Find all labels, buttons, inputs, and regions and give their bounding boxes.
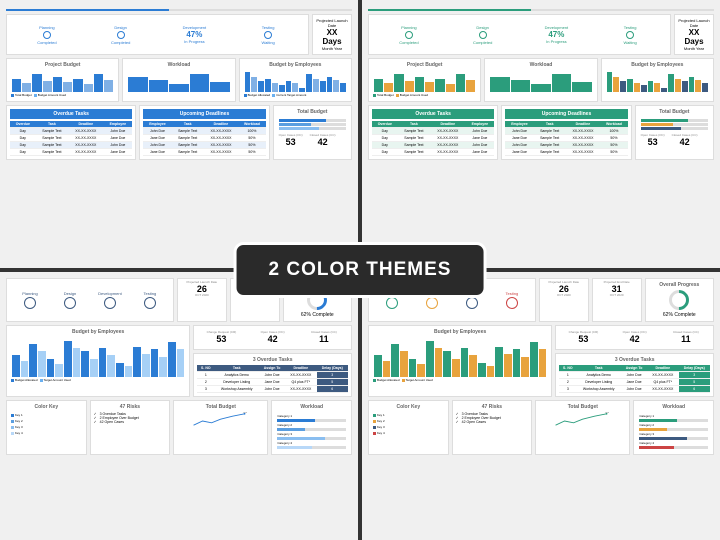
progress-bar bbox=[6, 9, 352, 11]
plan-icon bbox=[386, 297, 398, 309]
stat-cards: Change Request (CR)53 Open Cases (OC)42 … bbox=[193, 325, 352, 350]
step-planning: PlanningCompleted bbox=[11, 25, 83, 45]
closed-cases: Closed Cases (CC)42 bbox=[308, 132, 338, 149]
workload-hbar: Workload Category 1Category 2Category 3C… bbox=[633, 400, 714, 455]
workload-hbar: Workload Category 1Category 2Category 3C… bbox=[271, 400, 352, 455]
workload-chart: Workload bbox=[122, 58, 235, 102]
quadrant-bottom-right-green-theme: Planning Design Development Testing Proj… bbox=[362, 272, 720, 540]
launch-date: Projected Launch Date26OCT 2020 bbox=[539, 278, 589, 322]
quadrant-top-right-green-theme: PlanningCompleted DesignCompleted Develo… bbox=[362, 0, 720, 268]
line-chart: 6.4 bbox=[177, 412, 264, 430]
overdue-tasks-table: Overdue Tasks OverdueTaskDeadlineEmploye… bbox=[368, 105, 498, 160]
svg-text:6.4: 6.4 bbox=[244, 412, 248, 414]
clock-icon bbox=[264, 31, 272, 39]
total-budget-panel: Total Budget Open Cases (OC)53Closed Cas… bbox=[635, 105, 714, 160]
step-planning: PlanningCompleted bbox=[373, 25, 445, 45]
step-development: Development47%In Progress bbox=[159, 25, 231, 44]
quadrant-bottom-left-blue-theme: Planning Design Development Testing Proj… bbox=[0, 272, 358, 540]
quadrant-top-left-blue-theme: PlanningCompleted DesignCompleted Develo… bbox=[0, 0, 358, 268]
project-budget-chart: Project Budget Total BudgetBudget Amount… bbox=[6, 58, 119, 102]
check-icon bbox=[479, 31, 487, 39]
overdue-tasks-table: Overdue Tasks OverdueTaskDeadlineEmploye… bbox=[6, 105, 136, 160]
test-icon bbox=[144, 297, 156, 309]
projected-launch: Projected Launch DateXX DaysMonth Year bbox=[674, 14, 714, 55]
table: OverdueTaskDeadlineEmployee DaySample Te… bbox=[10, 121, 132, 156]
hbar-chart bbox=[277, 117, 348, 132]
color-key: Color Key Key 1Key 2Key 3Key 4 bbox=[368, 400, 449, 455]
check-icon bbox=[405, 31, 413, 39]
line-chart: 6.4 bbox=[539, 412, 626, 430]
step-testing: TestingWaiting bbox=[594, 25, 666, 45]
overdue-tasks-table: 3 Overdue Tasks S. NOTaskAssign ToDeadli… bbox=[555, 353, 714, 397]
color-key: Color Key Key 1Key 2Key 3Key 4 bbox=[6, 400, 87, 455]
stat-cards: Change Request (CR)53 Open Cases (OC)42 … bbox=[555, 325, 714, 350]
upcoming-deadlines-table: Upcoming Deadlines EmployeeTaskDeadlineW… bbox=[139, 105, 269, 160]
step-development: Development47%In Progress bbox=[521, 25, 593, 44]
project-budget-chart: Project Budget Total BudgetBudget Amount… bbox=[368, 58, 481, 102]
budget-employees-chart: Budget by Employees Budget AllocatedCurr… bbox=[239, 58, 352, 102]
table: EmployeeTaskDeadlineWorkload John DoeSam… bbox=[143, 121, 265, 156]
step-testing: TestingWaiting bbox=[232, 25, 304, 45]
plan-icon bbox=[24, 297, 36, 309]
overdue-tasks-table: 3 Overdue Tasks S. NOTaskAssign ToDeadli… bbox=[193, 353, 352, 397]
overall-progress: Overall Progress62% Complete bbox=[645, 278, 714, 322]
dev-icon bbox=[466, 297, 478, 309]
dev-icon bbox=[104, 297, 116, 309]
end-date: Projected End Date31OCT 2020 bbox=[592, 278, 642, 322]
step-design: DesignCompleted bbox=[447, 25, 519, 45]
donut-chart bbox=[665, 286, 693, 314]
risks-panel: 47 Risks 3 Overdue Tasks2 Employee Over … bbox=[452, 400, 533, 455]
phase-icons: Planning Design Development Testing bbox=[6, 278, 174, 322]
upcoming-deadlines-table: Upcoming Deadlines EmployeeTaskDeadlineW… bbox=[501, 105, 631, 160]
open-cases: Open Cases (OC)53 bbox=[277, 132, 305, 149]
step-design: DesignCompleted bbox=[85, 25, 157, 45]
total-budget: Total Budget 6.4 bbox=[535, 400, 630, 455]
progress-bar bbox=[368, 9, 714, 11]
bar-chart bbox=[10, 70, 115, 92]
test-icon bbox=[506, 297, 518, 309]
total-budget: Total Budget 6.4 bbox=[173, 400, 268, 455]
theme-badge: 2 COLOR THEMES bbox=[234, 242, 487, 298]
launch-date: Projected Launch Date26OCT 2020 bbox=[177, 278, 227, 322]
budget-employees-chart: Budget by Employees Budget AllocatedTarg… bbox=[6, 325, 190, 397]
svg-text:6.4: 6.4 bbox=[606, 412, 610, 414]
phase-tracker: PlanningCompleted DesignCompleted Develo… bbox=[6, 14, 309, 55]
budget-employees-chart: Budget by Employees Budget AllocatedTarg… bbox=[368, 325, 552, 397]
design-icon bbox=[426, 297, 438, 309]
check-icon bbox=[43, 31, 51, 39]
design-icon bbox=[64, 297, 76, 309]
phase-tracker: PlanningCompleted DesignCompleted Develo… bbox=[368, 14, 671, 55]
clock-icon bbox=[626, 31, 634, 39]
bar-chart bbox=[243, 70, 348, 92]
bar-chart bbox=[126, 70, 231, 92]
risks-panel: 47 Risks 3 Overdue Tasks2 Employee Over … bbox=[90, 400, 171, 455]
budget-employees-chart: Budget by Employees bbox=[601, 58, 714, 102]
projected-launch: Projected Launch DateXX DaysMonth Year bbox=[312, 14, 352, 55]
total-budget-panel: Total Budget Open Cases (OC)53Closed Cas… bbox=[273, 105, 352, 160]
check-icon bbox=[117, 31, 125, 39]
workload-chart: Workload bbox=[484, 58, 597, 102]
